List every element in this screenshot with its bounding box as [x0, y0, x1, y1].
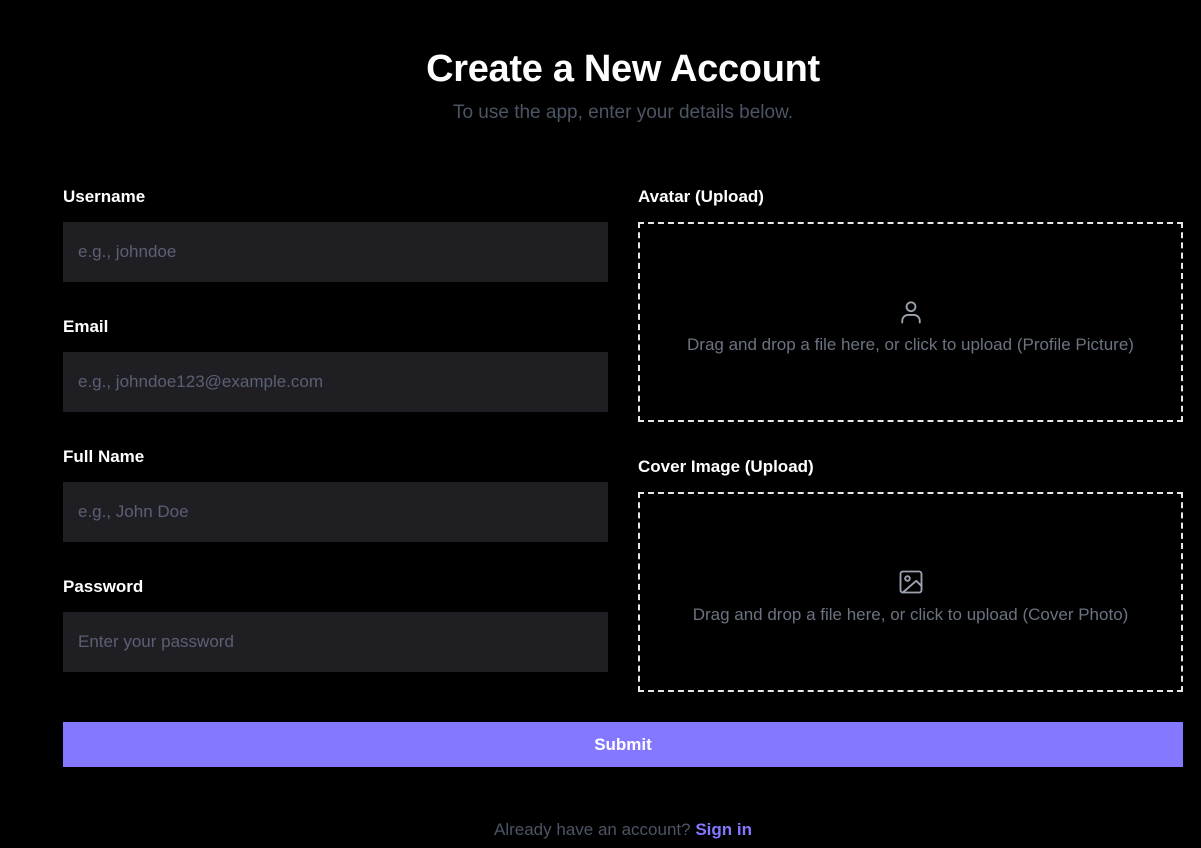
image-icon [899, 570, 922, 594]
text-fields-column: Username Email Full Name Password [63, 186, 608, 706]
submit-button[interactable]: Submit [63, 722, 1183, 767]
signin-link[interactable]: Sign in [695, 820, 752, 839]
avatar-dropzone-text: Drag and drop a file here, or click to u… [687, 335, 1134, 354]
cover-label: Cover Image (Upload) [638, 457, 814, 476]
full-name-input[interactable] [63, 482, 608, 542]
username-field-group: Username [63, 186, 608, 316]
user-icon [900, 301, 921, 324]
password-input[interactable] [63, 612, 608, 672]
username-label: Username [63, 187, 146, 206]
avatar-upload-group: Avatar (Upload) Drag and drop a file her… [638, 186, 1183, 456]
signin-prompt-text: Already have an account? [494, 820, 691, 839]
password-label: Password [63, 577, 144, 596]
page-subtitle: To use the app, enter your details below… [452, 102, 794, 123]
avatar-dropzone[interactable]: Drag and drop a file here, or click to u… [638, 222, 1183, 422]
signin-prompt: Already have an account? Sign in [0, 818, 1201, 842]
cover-dropzone-text: Drag and drop a file here, or click to u… [692, 605, 1129, 624]
full-name-field-group: Full Name [63, 446, 608, 576]
page-header: Create a New Account To use the app, ent… [0, 46, 1201, 126]
email-field-group: Email [63, 316, 608, 446]
email-label: Email [63, 317, 109, 336]
cover-upload-group: Cover Image (Upload) Drag and drop a fil… [638, 456, 1183, 726]
password-field-group: Password [63, 576, 608, 706]
cover-dropzone[interactable]: Drag and drop a file here, or click to u… [638, 492, 1183, 692]
upload-column: Avatar (Upload) Drag and drop a file her… [638, 186, 1183, 726]
username-input[interactable] [63, 222, 608, 282]
page-title: Create a New Account [426, 48, 820, 90]
full-name-label: Full Name [63, 447, 145, 466]
email-input[interactable] [63, 352, 608, 412]
avatar-label: Avatar (Upload) [638, 187, 764, 206]
signup-page: Create a New Account To use the app, ent… [0, 0, 1201, 848]
